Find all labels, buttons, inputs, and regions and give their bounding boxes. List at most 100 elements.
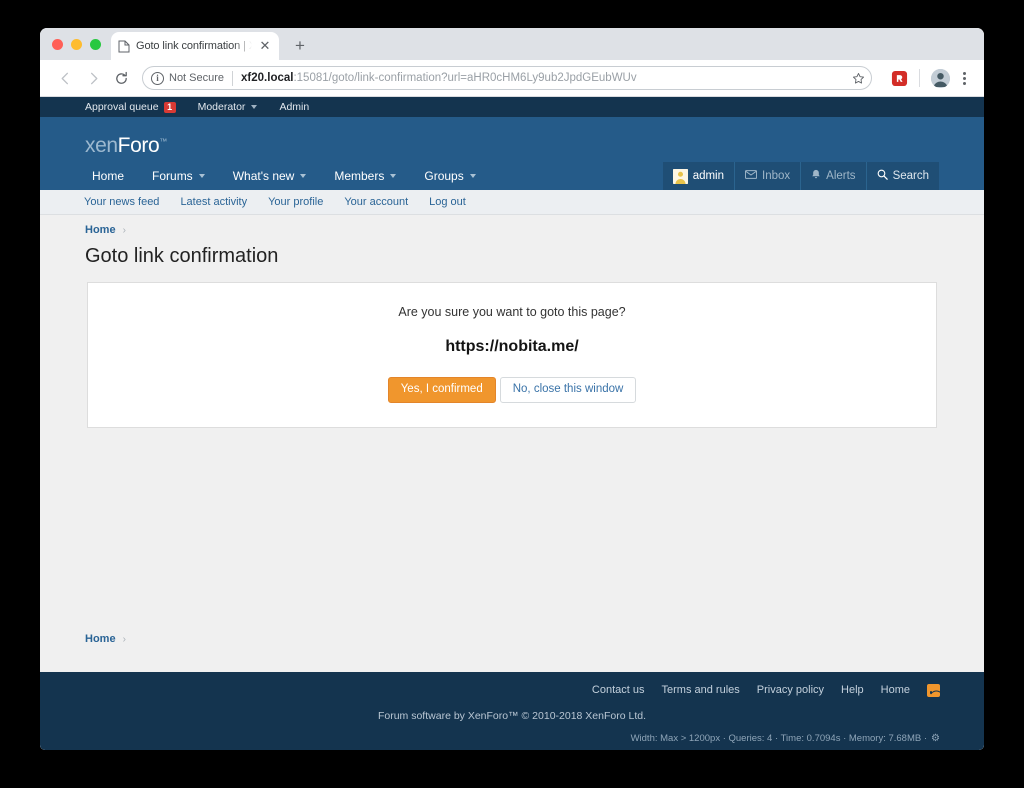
confirmation-question: Are you sure you want to goto this page? <box>398 305 626 319</box>
content-wrapper: Are you sure you want to goto this page?… <box>40 282 984 428</box>
footer-links: Contact us Terms and rules Privacy polic… <box>40 672 984 700</box>
nav-item-label: Forums <box>152 169 193 183</box>
breadcrumb-bottom-item-home[interactable]: Home <box>85 633 116 645</box>
alerts-button[interactable]: Alerts <box>801 162 867 190</box>
site-header: xenForo™ Home Forums What's new Members … <box>40 117 984 190</box>
staff-link-approval-queue[interactable]: Approval queue 1 <box>85 101 176 113</box>
footer-link-home[interactable]: Home <box>881 684 910 696</box>
url-path: :15081/goto/link-confirmation?url=aHR0cH… <box>293 72 637 84</box>
info-circle-icon[interactable]: i <box>151 71 164 85</box>
page-title: Goto link confirmation <box>85 245 279 267</box>
subnav-item-your-news-feed[interactable]: Your news feed <box>84 196 159 208</box>
breadcrumb-bottom-separator: › <box>122 633 126 645</box>
xenforo-logo[interactable]: xenForo™ <box>85 131 167 156</box>
subnav-item-your-profile[interactable]: Your profile <box>268 196 323 208</box>
document-icon <box>118 40 130 53</box>
breadcrumb-bottom: Home › <box>40 633 984 645</box>
browser-window: Goto link confirmation | XenForo ✕ + i N… <box>40 28 984 750</box>
browser-tab-title: Goto link confirmation | XenForo <box>136 40 252 52</box>
logo-text-part2: Foro <box>117 134 160 157</box>
main-navigation: Home Forums What's new Members Groups ad… <box>40 162 984 190</box>
chevron-down-icon <box>390 174 397 178</box>
reload-icon[interactable] <box>108 65 134 91</box>
nav-item-whats-new[interactable]: What's new <box>219 162 321 190</box>
star-icon[interactable] <box>849 69 867 87</box>
approval-queue-badge: 1 <box>163 101 176 113</box>
back-icon[interactable] <box>52 65 78 91</box>
inbox-button[interactable]: Inbox <box>735 162 802 190</box>
forward-icon[interactable] <box>80 65 106 91</box>
cancel-button[interactable]: No, close this window <box>499 377 637 403</box>
alerts-label: Alerts <box>826 170 856 182</box>
nav-item-label: Home <box>92 169 125 183</box>
logo-trademark: ™ <box>159 137 167 146</box>
browser-tab-strip: Goto link confirmation | XenForo ✕ + <box>40 28 984 60</box>
three-dot-menu-icon[interactable] <box>954 67 974 89</box>
subnav-item-your-account[interactable]: Your account <box>344 196 408 208</box>
browser-tab[interactable]: Goto link confirmation | XenForo ✕ <box>111 32 279 60</box>
window-traffic-lights <box>50 28 111 60</box>
staff-link-moderator[interactable]: Moderator <box>198 101 258 113</box>
chevron-down-icon <box>251 105 258 109</box>
browser-toolbar: i Not Secure xf20.local:15081/goto/link-… <box>40 60 984 97</box>
breadcrumb-separator: › <box>122 224 126 236</box>
chevron-down-icon <box>469 174 476 178</box>
footer-link-privacy-policy[interactable]: Privacy policy <box>757 684 824 696</box>
omnibox-divider <box>232 70 234 86</box>
security-status-label: Not Secure <box>169 72 225 84</box>
footer-copyright: Forum software by XenForo™ © 2010-2018 X… <box>377 710 647 722</box>
nav-item-groups[interactable]: Groups <box>410 162 489 190</box>
footer-debug-info: Width: Max > 1200px · Queries: 4 · Time:… <box>40 722 984 744</box>
close-window-button[interactable] <box>52 38 63 50</box>
confirm-button[interactable]: Yes, I confirmed <box>387 377 496 403</box>
footer-link-terms-and-rules[interactable]: Terms and rules <box>662 684 740 696</box>
visitor-username: admin <box>692 170 725 182</box>
toolbar-divider <box>919 69 920 87</box>
staff-bar: Approval queue 1 Moderator Admin <box>40 97 984 117</box>
envelope-icon <box>744 170 758 182</box>
staff-link-admin[interactable]: Admin <box>279 101 309 113</box>
confirmation-actions: Yes, I confirmed No, close this window <box>108 377 916 403</box>
search-icon <box>877 169 888 183</box>
gear-icon[interactable]: ⚙ <box>931 733 940 744</box>
nav-item-label: What's new <box>232 169 295 183</box>
nav-item-members[interactable]: Members <box>320 162 410 190</box>
url-text: xf20.local:15081/goto/link-confirmation?… <box>241 72 849 84</box>
footer-link-contact-us[interactable]: Contact us <box>592 684 645 696</box>
address-bar[interactable]: i Not Secure xf20.local:15081/goto/link-… <box>142 66 872 90</box>
nav-item-label: Groups <box>424 169 464 183</box>
nav-primary-items: Home Forums What's new Members Groups <box>78 162 490 190</box>
visitor-account-button[interactable]: admin <box>662 162 736 190</box>
secondary-navigation: Your news feed Latest activity Your prof… <box>40 190 984 215</box>
profile-avatar-icon[interactable] <box>931 68 950 88</box>
url-host: xf20.local <box>241 72 294 84</box>
moderator-label: Moderator <box>197 101 246 113</box>
nav-visitor-menu: admin Inbox Alerts Search <box>662 162 939 190</box>
approval-queue-label: Approval queue <box>85 101 159 113</box>
chevron-down-icon <box>198 174 205 178</box>
avatar <box>672 168 688 184</box>
nav-item-forums[interactable]: Forums <box>138 162 219 190</box>
chevron-down-icon <box>300 174 307 178</box>
search-label: Search <box>892 170 929 182</box>
lastpass-extension-icon[interactable] <box>891 70 908 87</box>
debug-stats-text: Width: Max > 1200px · Queries: 4 · Time:… <box>630 733 928 744</box>
footer-link-help[interactable]: Help <box>841 684 864 696</box>
close-icon[interactable]: ✕ <box>258 39 272 53</box>
rss-feed-icon[interactable] <box>927 683 940 697</box>
site-footer: Contact us Terms and rules Privacy polic… <box>40 672 984 750</box>
maximize-window-button[interactable] <box>90 38 101 50</box>
new-tab-button[interactable]: + <box>287 33 313 59</box>
minimize-window-button[interactable] <box>71 38 82 50</box>
inbox-label: Inbox <box>762 170 791 182</box>
nav-item-home[interactable]: Home <box>78 162 138 190</box>
page-viewport: Approval queue 1 Moderator Admin xenForo… <box>40 97 984 750</box>
subnav-item-log-out[interactable]: Log out <box>429 196 466 208</box>
target-url-text: https://nobita.me/ <box>445 338 579 355</box>
breadcrumb: Home › <box>40 215 984 242</box>
search-button[interactable]: Search <box>866 162 939 190</box>
subnav-item-latest-activity[interactable]: Latest activity <box>180 196 247 208</box>
bell-icon <box>811 169 821 183</box>
breadcrumb-item-home[interactable]: Home <box>85 224 116 236</box>
link-confirmation-panel: Are you sure you want to goto this page?… <box>87 282 937 428</box>
